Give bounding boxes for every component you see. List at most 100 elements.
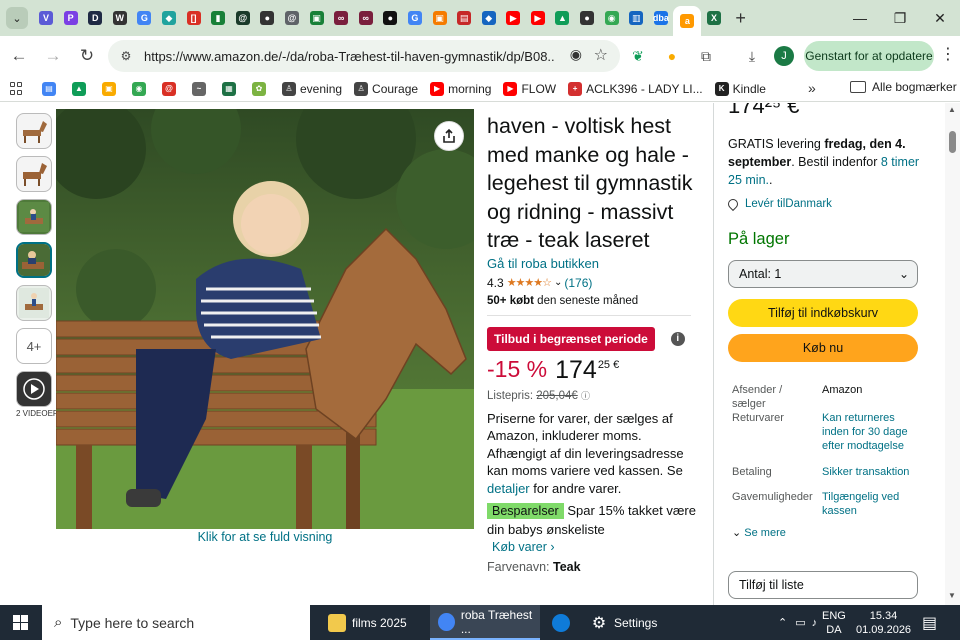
all-bookmarks-button[interactable]: Alle bogmærker xyxy=(850,80,957,94)
tab-google-icon-2[interactable]: G xyxy=(403,6,427,30)
address-bar[interactable]: ⚙ https://www.amazon.de/-/da/roba-Træhes… xyxy=(108,40,620,72)
buy-items-link[interactable]: Køb varer › xyxy=(492,540,697,554)
tab-spiral-icon[interactable]: @ xyxy=(231,6,255,30)
restore-icon[interactable]: ❐ xyxy=(880,0,920,36)
tab-github-icon[interactable]: ● xyxy=(575,6,599,30)
bookmark-star-icon[interactable]: ☆ xyxy=(594,45,608,65)
taskbar-app-chrome[interactable]: roba Træhest ... xyxy=(430,605,540,640)
gift-link[interactable]: Tilgængelig ved kassen xyxy=(822,490,922,518)
tab-amazon-icon[interactable]: a xyxy=(673,6,702,36)
bookmark-item[interactable]: ▶ FLOW xyxy=(503,81,556,96)
profile-avatar[interactable]: J xyxy=(774,46,794,66)
tab-d-icon[interactable]: D xyxy=(83,6,107,30)
chevron-down-icon[interactable]: ⌄ xyxy=(554,277,562,288)
tab-youtube-icon[interactable]: ▶ xyxy=(501,6,525,30)
bookmark-item[interactable]: ▣ xyxy=(102,81,120,96)
bookmark-item[interactable]: + ACLK396 - LADY LI... xyxy=(568,81,703,96)
bookmark-item[interactable]: ♙ Courage xyxy=(354,81,418,96)
extension-leaf-icon[interactable]: ❦ xyxy=(626,44,650,68)
bookmark-item[interactable]: ▦ xyxy=(222,81,240,96)
thumbnail-horse-1[interactable] xyxy=(16,113,52,149)
tab-excel-icon[interactable]: X xyxy=(702,6,726,30)
payment-link[interactable]: Sikker transaktion xyxy=(822,465,922,479)
tab-maps-icon[interactable]: ◉ xyxy=(600,6,624,30)
tab-flag-icon[interactable]: ▤ xyxy=(452,6,476,30)
tab-youtube-icon-2[interactable]: ▶ xyxy=(526,6,550,30)
see-more-link[interactable]: ⌄ Se mere xyxy=(732,526,786,539)
quantity-select[interactable]: Antal: 1 ⌄ xyxy=(728,260,918,288)
video-thumbnail[interactable] xyxy=(16,371,52,407)
tab-orange-square-icon[interactable]: ▣ xyxy=(428,6,452,30)
tab-soccer-icon[interactable]: ● xyxy=(378,6,402,30)
bookmark-item[interactable]: ▶ morning xyxy=(430,81,491,96)
taskbar-search[interactable]: ⌕ Type here to search xyxy=(42,605,310,640)
start-button[interactable] xyxy=(0,605,40,640)
full-view-link[interactable]: Klik for at se fuld visning xyxy=(56,530,474,544)
tab-dba-icon[interactable]: dba xyxy=(649,6,673,30)
url-text[interactable]: https://www.amazon.de/-/da/roba-Træhest-… xyxy=(144,49,554,64)
returns-link[interactable]: Kan returneres inden for 30 dage efter m… xyxy=(822,411,922,453)
extension-bulb-icon[interactable]: ● xyxy=(660,44,684,68)
tab-menu-icon[interactable]: ⌄ xyxy=(6,7,28,29)
site-settings-icon[interactable]: ⚙ xyxy=(114,44,138,68)
bookmark-item[interactable]: ~ xyxy=(192,81,210,96)
menu-dots-icon[interactable]: ⋮ xyxy=(940,44,956,64)
bookmark-item[interactable]: ▲ xyxy=(72,81,90,96)
taskbar-app-settings[interactable]: ⚙ Settings xyxy=(588,605,688,640)
back-icon[interactable]: ← xyxy=(4,41,34,71)
clock[interactable]: 15.34 01.09.2026 xyxy=(856,605,911,640)
tab-purple-p-icon[interactable]: P xyxy=(59,6,83,30)
share-icon[interactable] xyxy=(434,121,464,151)
tab-circle-c-icon[interactable]: @ xyxy=(280,6,304,30)
page-scrollbar[interactable]: ▲ ▼ xyxy=(945,103,960,605)
thumbnail-girl-2[interactable] xyxy=(16,285,52,321)
bookmark-item[interactable]: ♙ evening xyxy=(282,81,342,96)
deliver-to-link[interactable]: Levér tilDanmark xyxy=(725,196,832,212)
tab-red-bracket-icon[interactable]: [] xyxy=(182,6,206,30)
bookmarks-overflow-icon[interactable]: » xyxy=(808,80,816,96)
info-icon[interactable]: i xyxy=(670,331,685,346)
tab-puzzle-blue-icon[interactable]: ◆ xyxy=(477,6,501,30)
tax-details-link[interactable]: detaljer xyxy=(487,481,530,496)
tab-green-bookmark-icon[interactable]: ▮ xyxy=(206,6,230,30)
thumbnail-kids[interactable] xyxy=(16,199,52,235)
notification-icon[interactable]: ▤ xyxy=(922,605,937,640)
thumbnail-horse-2[interactable] xyxy=(16,156,52,192)
tab-globe-icon[interactable]: ● xyxy=(255,6,279,30)
download-icon[interactable]: ⤓ xyxy=(740,44,764,68)
extensions-puzzle-icon[interactable]: ⧉ xyxy=(694,44,718,68)
star-rating-icon[interactable]: ★★★★☆ xyxy=(507,276,552,289)
bookmark-item[interactable]: ✿ xyxy=(252,81,270,96)
eye-slash-icon[interactable]: ◉ xyxy=(570,46,582,63)
bookmark-item[interactable]: K Kindle xyxy=(714,81,766,96)
minimize-icon[interactable]: — xyxy=(840,0,880,36)
tab-google-icon[interactable]: G xyxy=(132,6,156,30)
tab-infinity-icon-2[interactable]: ∞ xyxy=(354,6,378,30)
apps-grid-icon[interactable] xyxy=(10,81,24,96)
add-to-cart-button[interactable]: Tilføj til indkøbskurv xyxy=(728,299,918,327)
reload-icon[interactable]: ↻ xyxy=(72,41,102,71)
tab-infinity-icon[interactable]: ∞ xyxy=(329,6,353,30)
close-icon[interactable]: ✕ xyxy=(920,0,960,36)
scrollbar-thumb[interactable] xyxy=(949,131,956,153)
update-button[interactable]: Genstart for at opdatere xyxy=(804,41,934,71)
scroll-up-icon[interactable]: ▲ xyxy=(948,105,956,114)
rating-count-link[interactable]: (176) xyxy=(564,276,592,290)
taskbar-app-edge[interactable] xyxy=(546,605,576,640)
store-link[interactable]: Gå til roba butikken xyxy=(487,256,697,271)
add-to-list-button[interactable]: Tilføj til liste xyxy=(728,571,918,599)
main-product-image[interactable] xyxy=(56,109,474,529)
language-indicator[interactable]: ENG DA xyxy=(822,605,846,640)
tab-chart-icon[interactable]: ▥ xyxy=(624,6,648,30)
tab-wikipedia-icon[interactable]: W xyxy=(108,6,132,30)
tab-drive-icon[interactable]: ▲ xyxy=(550,6,574,30)
new-tab-icon[interactable]: + xyxy=(729,6,753,30)
info-icon-small[interactable]: ⓘ xyxy=(581,391,590,401)
network-icon[interactable]: ▭ xyxy=(795,616,805,629)
thumbnail-girl-selected[interactable] xyxy=(16,242,52,278)
bookmark-item[interactable]: ◉ xyxy=(132,81,150,96)
bookmark-item[interactable]: ▤ xyxy=(42,81,60,96)
taskbar-app-explorer[interactable]: films 2025 xyxy=(320,605,426,640)
volume-icon[interactable]: ♪ xyxy=(812,617,818,629)
tab-train-icon[interactable]: ▣ xyxy=(305,6,329,30)
